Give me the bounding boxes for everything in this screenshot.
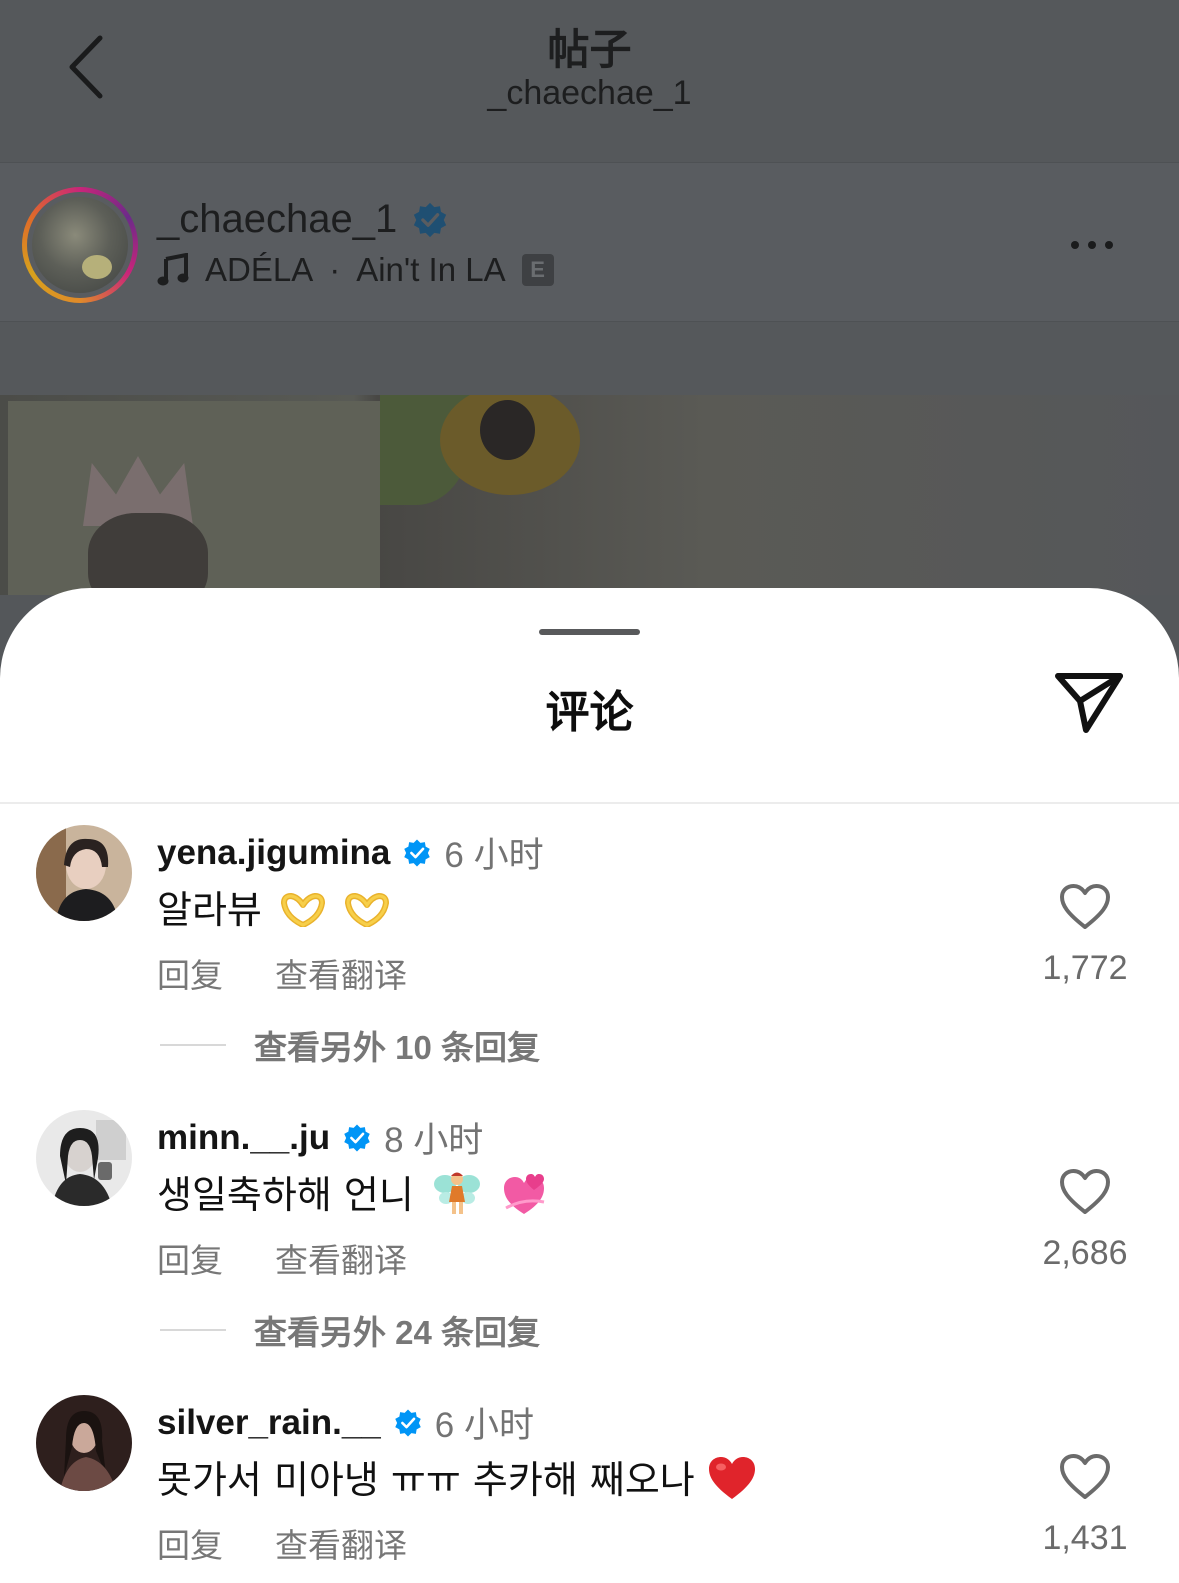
explicit-badge: E bbox=[521, 254, 554, 286]
more-options-button[interactable] bbox=[1067, 225, 1117, 265]
comment-actions: 回复 查看翻译 bbox=[157, 1519, 407, 1567]
reply-button[interactable]: 回复 bbox=[157, 949, 223, 997]
music-artist: ADÉLA bbox=[205, 251, 314, 288]
music-title: Ain't In LA bbox=[356, 251, 506, 288]
comment-header: silver_rain.__ 6 小时 bbox=[157, 1397, 534, 1448]
author-avatar-story-ring[interactable] bbox=[22, 187, 138, 303]
translate-button[interactable]: 查看翻译 bbox=[275, 1234, 407, 1282]
music-note-icon bbox=[157, 253, 189, 286]
post-author-bar: _chaechae_1 ADÉLA · Ain't In LA E bbox=[0, 162, 1179, 322]
comment-text: 생일축하해 언니 bbox=[157, 1173, 414, 1217]
avatar[interactable] bbox=[36, 825, 132, 921]
reply-button[interactable]: 回复 bbox=[157, 1234, 223, 1282]
fairy-emoji bbox=[433, 1172, 480, 1214]
avatar-image bbox=[36, 1395, 132, 1491]
comment-header: minn.__.ju 8 小时 bbox=[157, 1112, 483, 1163]
reply-button[interactable]: 回复 bbox=[157, 1519, 223, 1567]
view-replies-button[interactable]: 查看另外 24 条回复 bbox=[160, 1306, 540, 1354]
heart-hands-emoji bbox=[280, 893, 325, 927]
comments-sheet: 评论 yena.jigumina 6 小时 알라뷰 回复 查看翻译 1,772 … bbox=[0, 588, 1179, 1583]
verified-badge-icon bbox=[404, 839, 431, 866]
heart-hands-emoji bbox=[345, 893, 390, 927]
avatar[interactable] bbox=[36, 1110, 132, 1206]
author-avatar bbox=[32, 197, 128, 293]
photo-flower bbox=[440, 395, 580, 495]
like-control: 1,772 bbox=[1035, 883, 1135, 988]
revolving-hearts-emoji bbox=[504, 1174, 545, 1214]
view-replies-button[interactable]: 查看另外 10 条回复 bbox=[160, 1021, 540, 1069]
comment-actions: 回复 查看翻译 bbox=[157, 949, 407, 997]
post-header: 帖子 _chaechae_1 bbox=[0, 0, 1179, 162]
like-control: 1,431 bbox=[1035, 1453, 1135, 1558]
photo-card bbox=[8, 401, 380, 595]
comment-username[interactable]: silver_rain.__ bbox=[157, 1403, 381, 1443]
page-subtitle: _chaechae_1 bbox=[487, 74, 692, 112]
comment-text: 못가서 미아냉 ㅠㅠ 추카해 째오나 bbox=[157, 1458, 695, 1502]
verified-badge-icon bbox=[414, 202, 447, 237]
share-icon bbox=[1055, 673, 1123, 733]
music-row[interactable]: ADÉLA · Ain't In LA E bbox=[157, 251, 554, 289]
sheet-divider bbox=[0, 802, 1179, 804]
verified-badge-icon bbox=[344, 1124, 370, 1151]
comment-text-row: 알라뷰 bbox=[157, 879, 390, 934]
heart-icon[interactable] bbox=[1059, 1168, 1111, 1216]
comment-text: 알라뷰 bbox=[157, 888, 262, 932]
avatar-image bbox=[36, 825, 132, 921]
comment-username[interactable]: minn.__.ju bbox=[157, 1118, 330, 1158]
more-icon bbox=[1071, 241, 1113, 249]
translate-button[interactable]: 查看翻译 bbox=[275, 1519, 407, 1567]
comment-text-row: 생일축하해 언니 bbox=[157, 1164, 548, 1219]
comment-time: 6 小时 bbox=[434, 1406, 534, 1445]
verified-badge-icon bbox=[395, 1409, 421, 1436]
translate-button[interactable]: 查看翻译 bbox=[275, 949, 407, 997]
replies-line bbox=[160, 1044, 226, 1046]
avatar-image bbox=[36, 1110, 132, 1206]
comment-time: 6 小时 bbox=[444, 836, 544, 875]
like-count: 1,772 bbox=[1042, 949, 1128, 987]
view-replies-label: 查看另外 10 条回复 bbox=[254, 1029, 541, 1066]
sheet-grabber[interactable] bbox=[539, 629, 640, 635]
like-count: 2,686 bbox=[1042, 1234, 1128, 1272]
like-control: 2,686 bbox=[1035, 1168, 1135, 1273]
author-username[interactable]: _chaechae_1 bbox=[157, 197, 397, 242]
music-separator: · bbox=[329, 251, 341, 288]
comment-username[interactable]: yena.jigumina bbox=[157, 833, 390, 873]
sheet-title: 评论 bbox=[545, 688, 634, 737]
comment-actions: 回复 查看翻译 bbox=[157, 1234, 407, 1282]
avatar[interactable] bbox=[36, 1395, 132, 1491]
page-title: 帖子 bbox=[547, 26, 632, 73]
photo-face bbox=[88, 513, 208, 595]
post-spacer bbox=[0, 322, 1179, 395]
red-heart-emoji bbox=[708, 1457, 755, 1499]
comment-text-row: 못가서 미아냉 ㅠㅠ 추카해 째오나 bbox=[157, 1449, 757, 1504]
replies-line bbox=[160, 1329, 226, 1331]
heart-icon[interactable] bbox=[1059, 883, 1111, 931]
author-name-row[interactable]: _chaechae_1 bbox=[157, 197, 449, 242]
view-replies-label: 查看另外 24 条回复 bbox=[254, 1314, 541, 1351]
post-photo bbox=[0, 395, 1179, 595]
comment-time: 8 小时 bbox=[384, 1121, 484, 1160]
comment-header: yena.jigumina 6 小时 bbox=[157, 827, 544, 878]
like-count: 1,431 bbox=[1042, 1519, 1128, 1557]
share-button[interactable] bbox=[1053, 666, 1125, 736]
heart-icon[interactable] bbox=[1059, 1453, 1111, 1501]
